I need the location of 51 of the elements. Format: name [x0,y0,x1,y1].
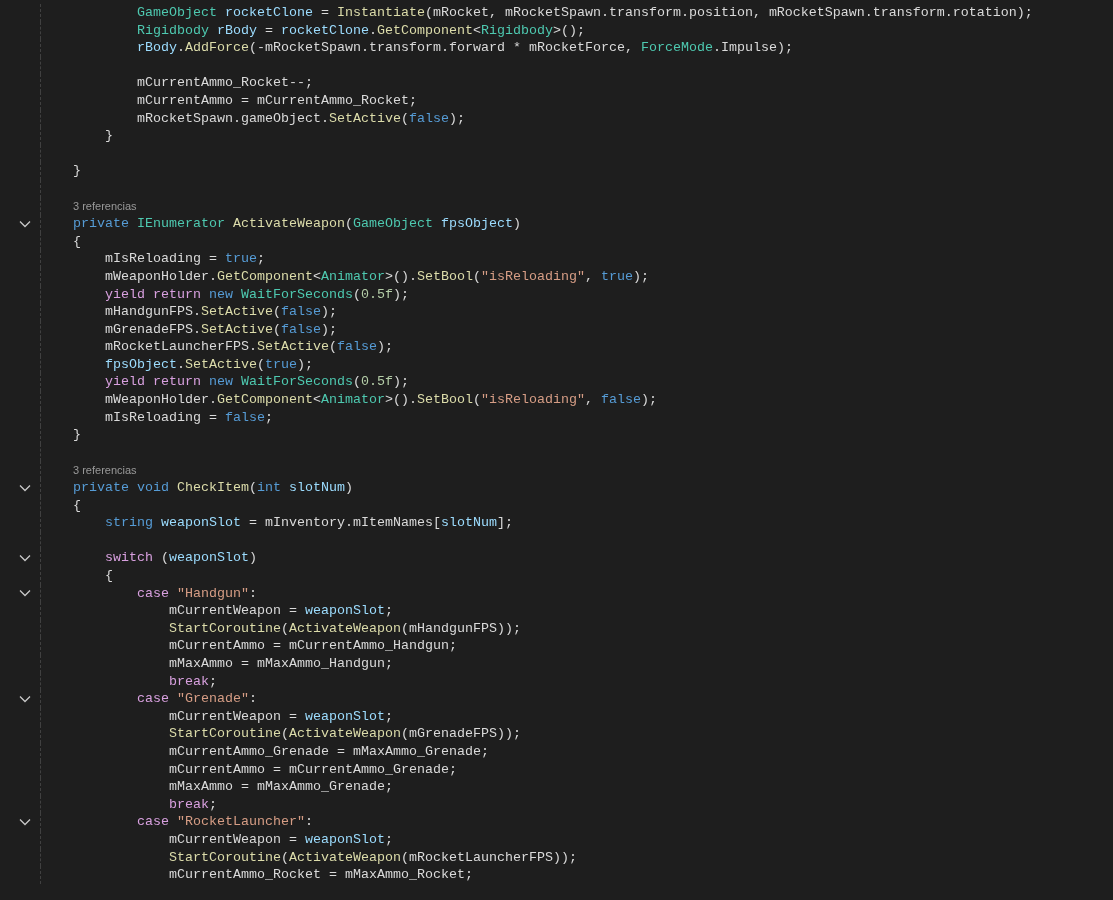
code-line: yield return new WaitForSeconds(0.5f); [105,373,409,392]
references-codelens[interactable]: 3 referencias [73,463,137,478]
code-line: StartCoroutine(ActivateWeapon(mRocketLauncherFPS)); [169,848,577,867]
code-line: mIsReloading = false; [105,408,273,427]
code-line: } [73,162,81,180]
code-line: mWeaponHolder.GetComponent<Animator>().SetBool("isReloading", true); [105,267,649,286]
code-line: rBody.AddForce(-mRocketSpawn.transform.forward * mRocketForce, ForceMode.Impulse); [137,39,793,57]
code-line: case "RocketLauncher": [137,813,313,831]
code-line: { [73,496,81,515]
code-line: { [105,567,113,585]
code-line: } [105,127,113,145]
code-line: mCurrentAmmo_Grenade = mMaxAmmo_Grenade; [169,742,489,761]
code-line: mCurrentAmmo_Rocket--; [137,74,313,92]
code-line: string weaponSlot = mInventory.mItemNames[slotNum]; [105,514,513,532]
code-line: switch (weaponSlot) [105,549,257,567]
code-line: mCurrentAmmo = mCurrentAmmo_Grenade; [169,760,457,779]
code-line: mCurrentAmmo = mCurrentAmmo_Rocket; [137,91,417,110]
code-line: private void CheckItem(int slotNum) [73,479,353,497]
code-line: mRocketSpawn.gameObject.SetActive(false); [137,109,465,128]
code-line: case "Grenade": [137,690,257,708]
code-line: mGrenadeFPS.SetActive(false); [105,320,337,339]
fold-chevron-icon[interactable] [19,219,31,228]
code-line: StartCoroutine(ActivateWeapon(mHandgunFPS)); [169,619,521,638]
code-line: mWeaponHolder.GetComponent<Animator>().SetBool("isReloading", false); [105,391,657,409]
code-line: mCurrentWeapon = weaponSlot; [169,602,393,620]
code-line: mHandgunFPS.SetActive(false); [105,303,337,321]
code-line: mCurrentWeapon = weaponSlot; [169,830,393,849]
code-line: mRocketLauncherFPS.SetActive(false); [105,338,393,356]
references-codelens[interactable]: 3 referencias [73,199,137,214]
code-line: mCurrentWeapon = weaponSlot; [169,707,393,726]
code-line: break; [169,795,217,814]
code-line: } [73,426,81,444]
code-line: fpsObject.SetActive(true); [105,355,313,374]
code-line: GameObject rocketClone = Instantiate(mRocket, mRocketSpawn.transform.position, mRocketSpawn.transform.rotation); [137,4,1033,22]
code-line: mIsReloading = true; [105,250,265,268]
code-line: yield return new WaitForSeconds(0.5f); [105,285,409,304]
code-line: mMaxAmmo = mMaxAmmo_Handgun; [169,654,393,673]
code-line: break; [169,672,217,691]
fold-chevron-icon[interactable] [19,818,31,827]
code-line: mCurrentAmmo = mCurrentAmmo_Handgun; [169,637,457,655]
code-line: Rigidbody rBody = rocketClone.GetComponent<Rigidbody>(); [137,21,585,40]
fold-chevron-icon[interactable] [19,483,31,492]
code-line: { [73,232,81,251]
fold-chevron-icon[interactable] [19,589,31,598]
code-line: private IEnumerator ActivateWeapon(GameObject fpsObject) [73,215,521,233]
code-line: case "Handgun": [137,584,257,603]
code-line: mCurrentAmmo_Rocket = mMaxAmmo_Rocket; [169,866,473,884]
fold-chevron-icon[interactable] [19,694,31,703]
code-line: StartCoroutine(ActivateWeapon(mGrenadeFPS)); [169,725,521,743]
code-line: mMaxAmmo = mMaxAmmo_Grenade; [169,778,393,796]
fold-chevron-icon[interactable] [19,554,31,563]
